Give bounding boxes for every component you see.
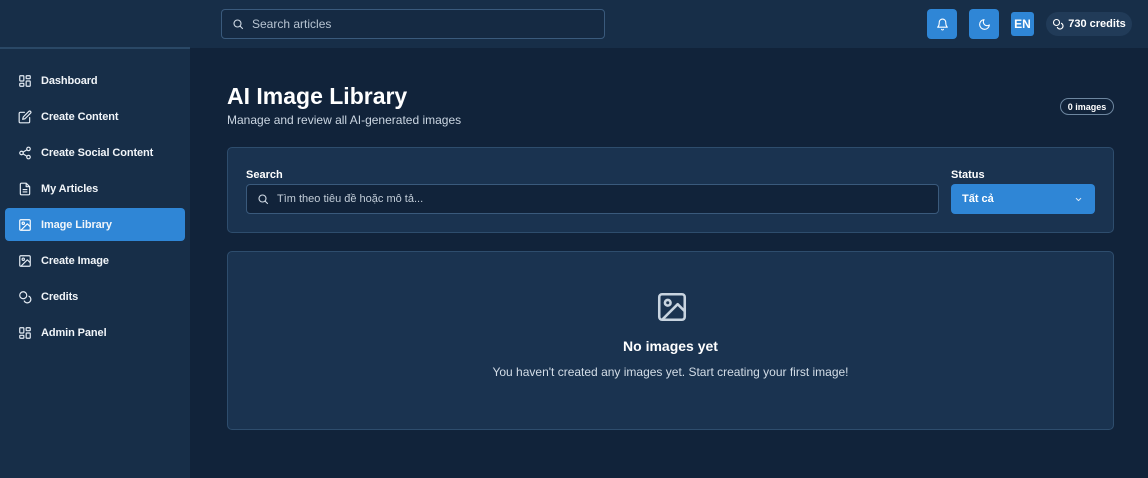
sidebar-item-label: Credits (41, 290, 79, 303)
image-icon (19, 218, 31, 231)
sidebar-item-image-library[interactable]: Image Library (5, 208, 185, 241)
theme-toggle-button[interactable] (969, 9, 999, 39)
share-icon (19, 146, 31, 159)
sidebar-item-label: Create Content (41, 110, 119, 123)
sidebar-item-create-social-content[interactable]: Create Social Content (5, 136, 185, 169)
sidebar-item-dashboard[interactable]: Dashboard (5, 64, 185, 97)
notifications-button[interactable] (927, 9, 957, 39)
search-label: Search (246, 169, 283, 181)
image-count-badge: 0 images (1060, 98, 1114, 115)
document-icon (19, 182, 31, 195)
sidebar-item-label: Dashboard (41, 74, 98, 87)
sidebar-item-label: Admin Panel (41, 326, 107, 339)
image-placeholder-icon (657, 292, 687, 322)
sidebar-item-create-image[interactable]: Create Image (5, 244, 185, 277)
empty-state-card: No images yet You haven't created any im… (227, 251, 1114, 430)
sidebar-item-label: Create Social Content (41, 146, 154, 159)
language-button[interactable]: EN (1011, 12, 1034, 36)
sidebar-logo-area (0, 0, 190, 48)
empty-state-title: No images yet (623, 338, 718, 354)
chevron-down-icon (1075, 197, 1082, 201)
admin-grid-icon (19, 326, 31, 339)
sidebar-item-label: Create Image (41, 254, 109, 267)
bell-icon (936, 18, 948, 30)
moon-icon (978, 18, 990, 30)
page-subtitle: Manage and review all AI-generated image… (227, 113, 462, 127)
credits-label: 730 credits (1068, 18, 1126, 30)
sidebar-item-create-content[interactable]: Create Content (5, 100, 185, 133)
sidebar-item-label: Image Library (41, 218, 112, 231)
status-select[interactable]: Tất cả (951, 184, 1095, 214)
image-plus-icon (19, 254, 31, 267)
credits-badge[interactable]: 730 credits (1046, 12, 1132, 36)
search-input[interactable] (252, 17, 604, 31)
image-search-input[interactable] (277, 193, 938, 205)
edit-icon (18, 110, 32, 123)
status-label: Status (951, 169, 985, 181)
sidebar-item-credits[interactable]: Credits (5, 280, 185, 313)
sidebar-item-admin-panel[interactable]: Admin Panel (5, 316, 185, 349)
sidebar: Dashboard Create Content Create Social C… (0, 48, 190, 478)
dashboard-icon (19, 74, 31, 87)
filter-panel: Search Status Tất cả (227, 147, 1114, 233)
search-icon (258, 194, 269, 205)
coins-icon (1053, 18, 1064, 30)
empty-state-description: You haven't created any images yet. Star… (492, 365, 849, 379)
image-search-box[interactable] (246, 184, 939, 214)
sidebar-item-label: My Articles (41, 182, 99, 195)
search-icon (233, 19, 244, 30)
page-title: AI Image Library (227, 83, 408, 109)
coins-icon (19, 290, 32, 303)
status-select-value: Tất cả (962, 193, 994, 205)
sidebar-item-my-articles[interactable]: My Articles (5, 172, 185, 205)
article-search-box[interactable] (221, 9, 605, 39)
